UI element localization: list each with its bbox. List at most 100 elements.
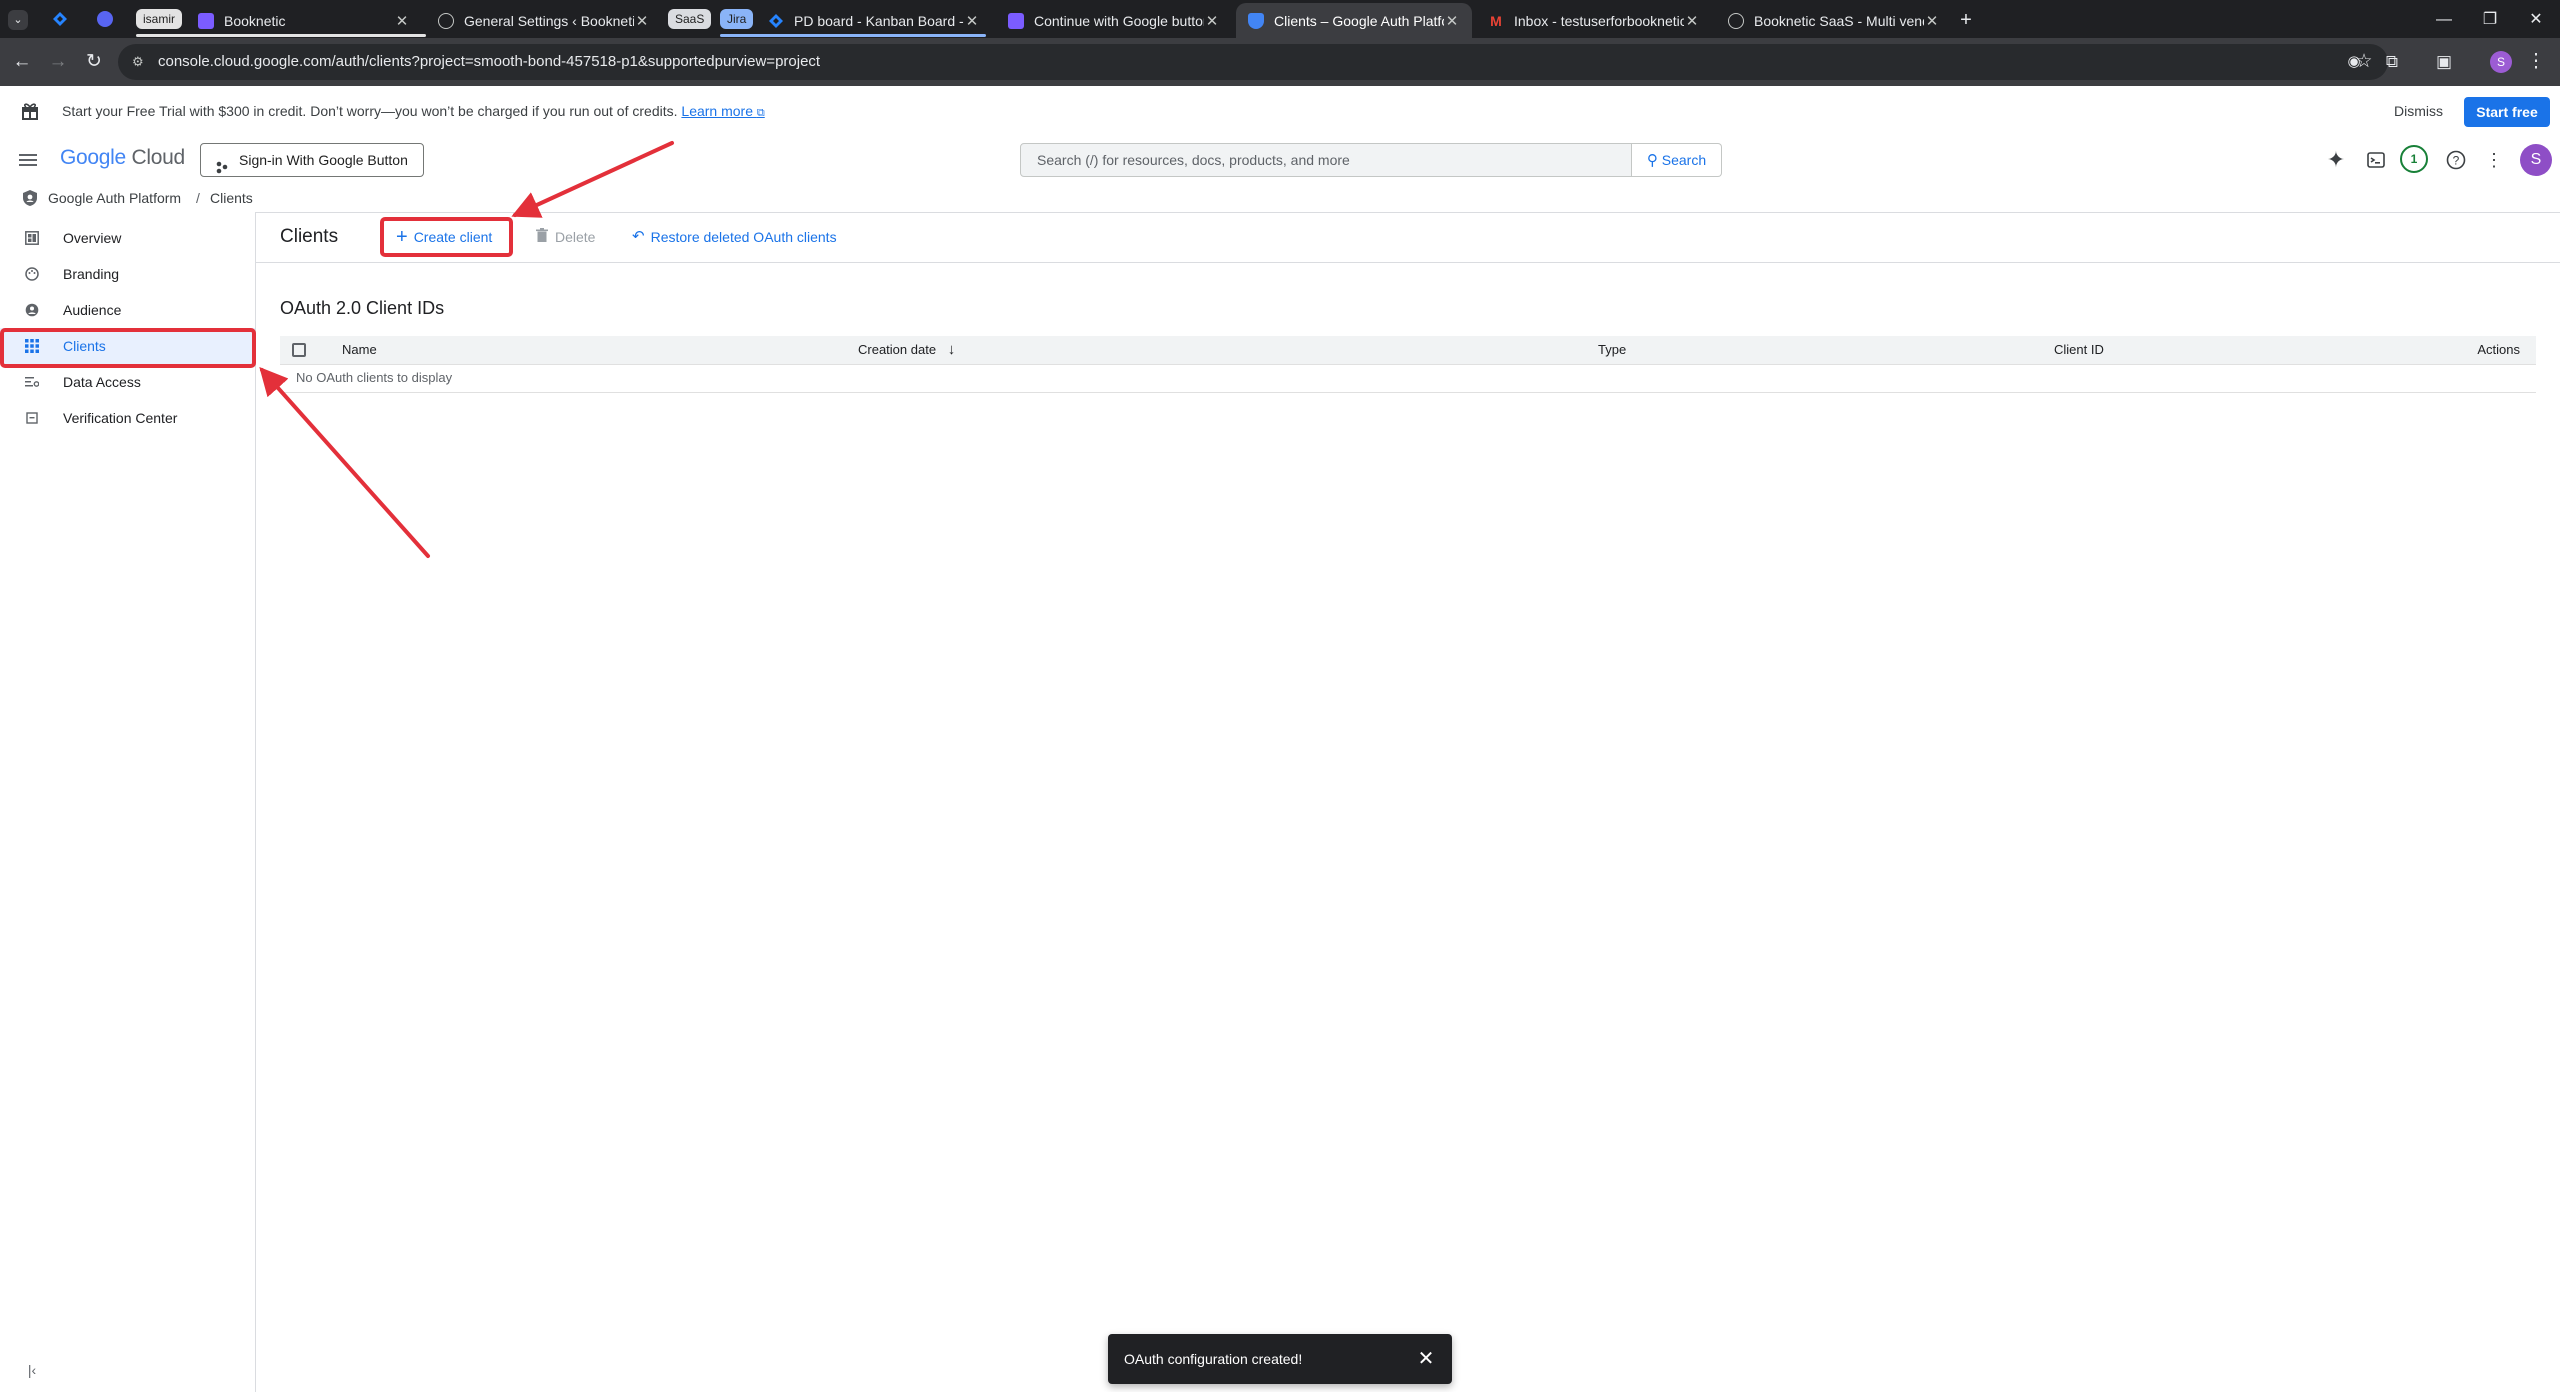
breadcrumb-separator: / — [196, 190, 200, 206]
delete-button[interactable]: Delete — [536, 212, 595, 262]
tab-booknetic-saas[interactable]: Booknetic SaaS - Multi vendor ✕ — [1716, 3, 1952, 38]
free-trial-banner: Start your Free Trial with $300 in credi… — [0, 86, 2560, 137]
learn-more-label: Learn more — [681, 103, 753, 119]
tab-title: Booknetic SaaS - Multi vendor — [1754, 12, 1924, 29]
collapse-sidebar-icon[interactable]: |‹ — [22, 1360, 42, 1380]
column-creation-date[interactable]: Creation date ↓ — [858, 336, 955, 364]
sidebar: Overview Branding Audience Clients Data … — [0, 212, 256, 1392]
annotation-box-clients-nav — [0, 328, 256, 368]
learn-more-link[interactable]: Learn more ⧉ — [681, 103, 764, 119]
address-bar[interactable]: ⚙ console.cloud.google.com/auth/clients?… — [118, 44, 2388, 80]
extension-icon[interactable]: ◉ — [2342, 50, 2366, 74]
snackbar-toast: OAuth configuration created! ✕ — [1108, 1334, 1452, 1384]
svg-text:?: ? — [2453, 154, 2460, 168]
restore-label: Restore deleted OAuth clients — [650, 229, 837, 245]
search-placeholder: Search (/) for resources, docs, products… — [1037, 152, 1350, 168]
trash-icon — [536, 212, 548, 262]
start-free-button[interactable]: Start free — [2464, 97, 2550, 127]
browser-toolbar: ← → ↻ ⚙ console.cloud.google.com/auth/cl… — [0, 38, 2560, 86]
tab-inbox[interactable]: M Inbox - testuserforbooknetic@ ✕ — [1476, 3, 1712, 38]
page-title: Clients — [280, 226, 339, 247]
gmail-icon: M — [1490, 12, 1502, 29]
close-icon[interactable]: ✕ — [1924, 12, 1940, 30]
project-dots-icon — [215, 153, 229, 174]
sidebar-item-branding[interactable]: Branding — [0, 256, 255, 292]
search-icon: ⚲ — [1646, 152, 1658, 169]
creation-date-label: Creation date — [858, 342, 937, 357]
sidebar-item-verification-center[interactable]: Verification Center — [0, 400, 255, 436]
shield-favicon-icon — [1248, 12, 1264, 29]
screenshot-icon[interactable]: ▣ — [2432, 50, 2456, 74]
browser-tab-strip: ⌄ isamir Booknetic ✕ General Settings ‹ … — [0, 0, 2560, 38]
column-type[interactable]: Type — [1598, 336, 1626, 364]
tab-search-button[interactable]: ⌄ — [8, 10, 28, 30]
search-button[interactable]: ⚲ Search — [1632, 143, 1722, 177]
browser-profile-avatar[interactable]: S — [2490, 51, 2512, 73]
back-arrow-icon[interactable]: ← — [10, 50, 34, 74]
tab-group-jira[interactable]: Jira — [720, 9, 754, 29]
account-avatar[interactable]: S — [2520, 144, 2552, 176]
search-button-label: Search — [1661, 152, 1707, 168]
tab-continue-google[interactable]: Continue with Google button ✕ — [996, 3, 1232, 38]
clients-table-header: Name Creation date ↓ Type Client ID Acti… — [280, 336, 2536, 365]
tab-group-saas[interactable]: SaaS — [668, 9, 712, 29]
sidebar-item-label: Verification Center — [63, 410, 178, 426]
globe-icon — [1728, 12, 1744, 29]
tab-general-settings[interactable]: General Settings ‹ Booknetic — ✕ — [426, 3, 662, 38]
dismiss-button[interactable]: Dismiss — [2394, 86, 2443, 136]
sidebar-item-overview[interactable]: Overview — [0, 220, 255, 256]
jira-icon — [768, 13, 784, 29]
hamburger-menu-icon[interactable] — [16, 148, 40, 172]
more-vert-icon[interactable]: ⋮ — [2482, 148, 2506, 172]
delete-label: Delete — [555, 229, 596, 245]
close-icon[interactable]: ✕ — [1204, 12, 1220, 30]
booknetic-favicon-icon — [198, 12, 214, 29]
palette-icon — [24, 266, 40, 282]
notifications-badge[interactable]: 1 — [2400, 145, 2428, 173]
column-client-id[interactable]: Client ID — [2054, 336, 2104, 364]
reload-icon[interactable]: ↻ — [82, 50, 106, 74]
select-all-checkbox[interactable] — [292, 343, 306, 357]
project-picker-button[interactable]: Sign-in With Google Button — [200, 143, 424, 177]
tab-booknetic[interactable]: Booknetic ✕ — [186, 3, 422, 38]
annotation-box-create-client — [380, 217, 513, 257]
section-title: OAuth 2.0 Client IDs — [280, 298, 445, 318]
column-name[interactable]: Name — [342, 336, 377, 364]
undo-icon: ↶ — [632, 228, 645, 245]
minimize-window-icon[interactable]: — — [2424, 6, 2464, 34]
help-icon[interactable]: ? — [2444, 148, 2468, 172]
restore-deleted-clients-button[interactable]: ↶ Restore deleted OAuth clients — [632, 212, 837, 262]
close-icon[interactable]: ✕ — [1684, 12, 1700, 30]
sidebar-item-data-access[interactable]: Data Access — [0, 364, 255, 400]
pinned-tab-discord-icon[interactable] — [97, 11, 113, 27]
search-input[interactable]: Search (/) for resources, docs, products… — [1020, 143, 1632, 177]
puzzle-extensions-icon[interactable]: ⧉ — [2380, 50, 2404, 74]
breadcrumb-root-link[interactable]: Google Auth Platform — [48, 184, 181, 212]
trial-message: Start your Free Trial with $300 in credi… — [62, 103, 678, 119]
auth-platform-shield-icon — [22, 189, 38, 207]
tab-pd-board[interactable]: PD board - Kanban Board - Jira ✕ — [756, 3, 992, 38]
sidebar-item-audience[interactable]: Audience — [0, 292, 255, 328]
close-icon[interactable]: ✕ — [964, 12, 980, 30]
tab-group-isamir[interactable]: isamir — [136, 9, 182, 29]
sidebar-item-label: Data Access — [63, 374, 141, 390]
site-info-icon[interactable]: ⚙ — [132, 54, 148, 70]
restore-window-icon[interactable]: ❐ — [2470, 6, 2510, 34]
tab-title: General Settings ‹ Booknetic — — [464, 12, 634, 29]
tab-clients-active[interactable]: Clients – Google Auth Platform ✕ — [1236, 3, 1472, 38]
new-tab-plus-icon[interactable]: + — [1954, 8, 1978, 32]
close-window-icon[interactable]: ✕ — [2516, 6, 2556, 34]
gemini-sparkle-icon[interactable]: ✦ — [2324, 148, 2348, 172]
sidebar-item-label: Audience — [63, 302, 122, 318]
close-icon[interactable]: ✕ — [634, 12, 650, 30]
close-icon[interactable]: ✕ — [394, 12, 410, 30]
forward-arrow-icon[interactable]: → — [46, 50, 70, 74]
pinned-tab-jira-icon[interactable] — [52, 11, 68, 27]
cloud-shell-icon[interactable] — [2364, 148, 2388, 172]
close-icon[interactable]: ✕ — [1444, 12, 1460, 30]
close-icon[interactable]: ✕ — [1414, 1347, 1438, 1371]
tab-title: Clients – Google Auth Platform — [1274, 12, 1444, 29]
browser-menu-icon[interactable]: ⋮ — [2524, 50, 2548, 74]
main-content: Clients + Create client Delete ↶ Restore… — [256, 212, 2560, 1392]
google-cloud-logo[interactable]: Google Cloud — [60, 146, 185, 170]
